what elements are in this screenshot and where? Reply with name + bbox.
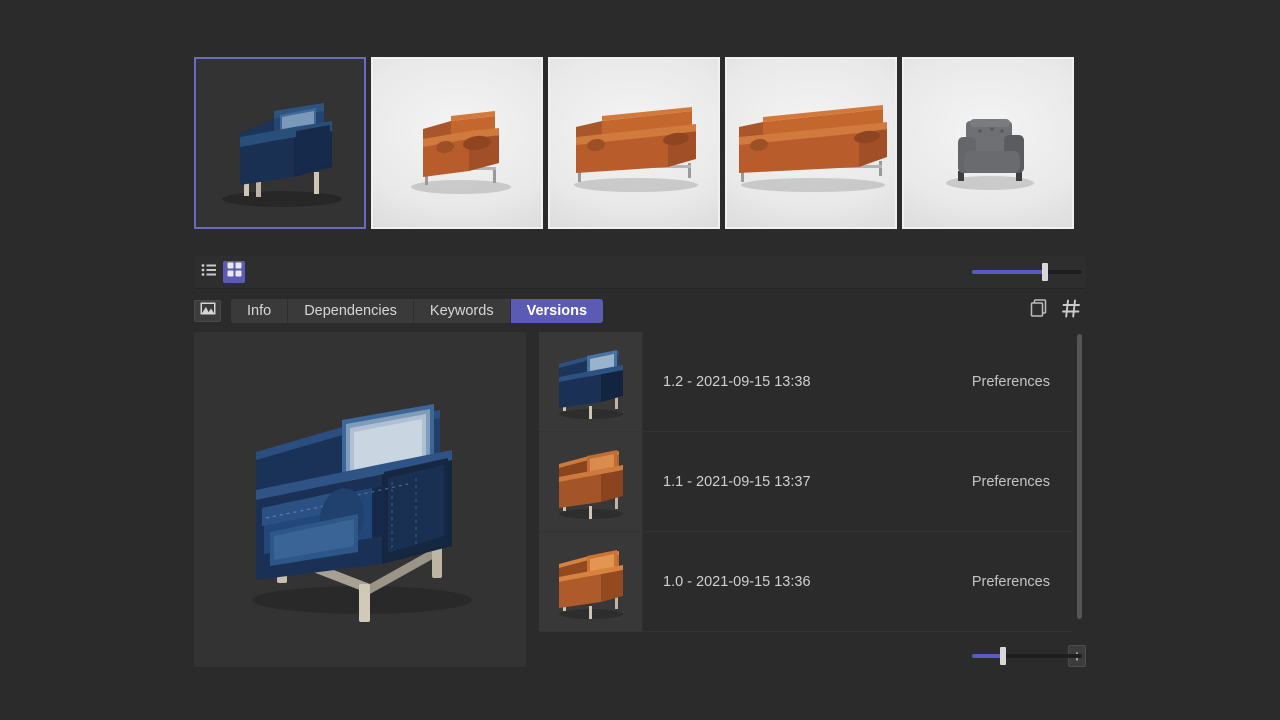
orange-loveseat-thumbnail-image [550,59,718,227]
version-thumbnail-size-slider[interactable] [972,646,1082,666]
detail-tab-bar: Info Dependencies Keywords Versions [194,294,1086,327]
view-toolbar [194,256,1086,289]
version-label: 1.0 - 2021-09-15 13:36 [663,574,811,590]
slider-fill [972,654,1003,658]
tab-info[interactable]: Info [231,299,288,323]
versions-scrollbar[interactable] [1076,334,1083,619]
blue-armchair-preview-image [194,332,526,667]
version-preferences-link[interactable]: Preferences [972,374,1050,390]
image-icon [200,302,216,320]
version-label: 1.2 - 2021-09-15 13:38 [663,374,811,390]
version-preferences-link[interactable]: Preferences [972,574,1050,590]
version-thumb-orange-armchair[interactable] [539,432,643,531]
version-thumb-blue-armchair[interactable] [539,332,643,431]
slider-handle[interactable] [1000,647,1006,665]
versions-pane: 1.2 - 2021-09-15 13:38 Preferences [539,332,1086,667]
scrollbar-thumb[interactable] [1077,334,1082,619]
thumbnail-size-slider[interactable] [972,262,1082,282]
hash-icon[interactable] [1062,298,1082,323]
versions-bottom-bar: + [884,642,1086,670]
asset-preview-pane[interactable] [194,332,526,667]
gallery-item-blue-armchair[interactable] [194,57,366,229]
duplicate-icon[interactable] [1029,299,1048,323]
version-label: 1.1 - 2021-09-15 13:37 [663,474,811,490]
orange-armchair-thumbnail-image [373,59,541,227]
slider-handle[interactable] [1042,263,1048,281]
list-view-button[interactable] [198,261,220,283]
image-preview-button[interactable] [194,300,221,322]
gallery-item-orange-sofa[interactable] [725,57,897,229]
tab-group: Info Dependencies Keywords Versions [231,299,603,323]
grid-view-icon [227,262,242,282]
tab-versions[interactable]: Versions [511,299,603,323]
slider-fill [972,270,1045,274]
tab-dependencies[interactable]: Dependencies [288,299,414,323]
version-row[interactable]: 1.1 - 2021-09-15 13:37 Preferences [539,432,1072,532]
application-window: Info Dependencies Keywords Versions [0,0,1280,720]
list-view-icon [201,263,217,282]
version-thumb-orange-armchair[interactable] [539,532,643,631]
grey-armchair-thumbnail-image [904,59,1072,227]
detail-content-area: 1.2 - 2021-09-15 13:38 Preferences [194,332,1086,667]
blue-armchair-thumbnail-image [196,59,364,227]
orange-sofa-thumbnail-image [727,59,895,227]
gallery-thumbnail-strip [194,57,1086,229]
version-row[interactable]: 1.0 - 2021-09-15 13:36 Preferences [539,532,1072,632]
version-row[interactable]: 1.2 - 2021-09-15 13:38 Preferences [539,332,1072,432]
version-preferences-link[interactable]: Preferences [972,474,1050,490]
gallery-item-grey-armchair[interactable] [902,57,1074,229]
gallery-item-orange-armchair[interactable] [371,57,543,229]
versions-list[interactable]: 1.2 - 2021-09-15 13:38 Preferences [539,332,1072,632]
tab-bar-actions [1029,298,1082,323]
gallery-item-orange-loveseat[interactable] [548,57,720,229]
tab-keywords[interactable]: Keywords [414,299,511,323]
grid-view-button[interactable] [223,261,245,283]
